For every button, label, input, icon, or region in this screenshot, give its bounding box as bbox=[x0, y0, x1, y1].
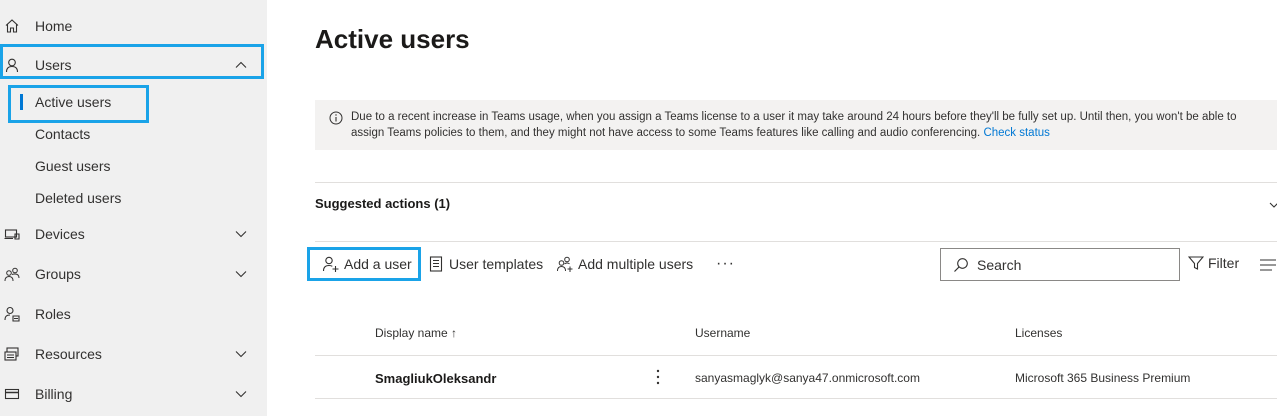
nav-label-roles: Roles bbox=[35, 306, 71, 322]
cell-licenses: Microsoft 365 Business Premium bbox=[1015, 371, 1191, 385]
search-box bbox=[940, 248, 1180, 281]
nav-item-groups[interactable]: Groups bbox=[0, 257, 267, 291]
filter-icon bbox=[1187, 255, 1205, 271]
cell-username: sanyasmaglyk@sanya47.onmicrosoft.com bbox=[695, 371, 920, 385]
resources-icon bbox=[4, 346, 20, 362]
row-more-icon[interactable] bbox=[652, 367, 664, 387]
role-icon bbox=[4, 306, 20, 322]
chevron-down-icon[interactable] bbox=[234, 227, 248, 241]
nav-item-devices[interactable]: Devices bbox=[0, 217, 267, 251]
table-row-divider bbox=[315, 398, 1277, 399]
nav-item-guest-users[interactable]: Guest users bbox=[0, 151, 267, 181]
nav-item-home[interactable]: Home bbox=[0, 9, 267, 43]
nav-label-guest-users: Guest users bbox=[35, 158, 111, 174]
nav-item-contacts[interactable]: Contacts bbox=[0, 119, 267, 149]
info-banner-text: Due to a recent increase in Teams usage,… bbox=[351, 109, 1271, 141]
user-templates-label: User templates bbox=[449, 256, 544, 272]
nav-item-resources[interactable]: Resources bbox=[0, 337, 267, 371]
chevron-down-icon[interactable] bbox=[234, 267, 248, 281]
chevron-down-icon[interactable] bbox=[1268, 198, 1277, 210]
chevron-down-icon[interactable] bbox=[234, 347, 248, 361]
nav-label-groups: Groups bbox=[35, 266, 81, 282]
add-multiple-users-button[interactable]: Add multiple users bbox=[556, 252, 693, 276]
page-title: Active users bbox=[315, 24, 470, 54]
info-banner: Due to a recent increase in Teams usage,… bbox=[315, 100, 1277, 150]
check-status-link[interactable]: Check status bbox=[983, 127, 1049, 139]
divider bbox=[315, 182, 1277, 183]
home-icon bbox=[4, 18, 20, 34]
column-header-display-name[interactable]: Display name ↑ bbox=[375, 326, 457, 340]
nav-item-roles[interactable]: Roles bbox=[0, 297, 267, 331]
cell-display-name[interactable]: SmagliukOleksandr bbox=[375, 371, 496, 386]
search-input[interactable] bbox=[977, 255, 1172, 275]
devices-icon bbox=[4, 226, 20, 242]
add-group-icon bbox=[556, 255, 574, 273]
nav-label-billing: Billing bbox=[35, 386, 73, 402]
column-header-username[interactable]: Username bbox=[695, 326, 750, 340]
template-icon bbox=[427, 255, 445, 273]
filter-button[interactable]: Filter bbox=[1187, 255, 1240, 271]
highlight-active-users bbox=[8, 85, 149, 123]
table-header-divider bbox=[315, 355, 1277, 356]
nav-label-home: Home bbox=[35, 18, 73, 34]
nav-label-devices: Devices bbox=[35, 226, 85, 242]
nav-item-deleted-users[interactable]: Deleted users bbox=[0, 183, 267, 213]
highlight-add-user bbox=[307, 247, 421, 281]
suggested-actions-header[interactable]: Suggested actions (1) bbox=[315, 196, 450, 211]
user-templates-button[interactable]: User templates bbox=[427, 252, 543, 276]
highlight-users bbox=[0, 44, 264, 79]
group-icon bbox=[4, 266, 20, 282]
info-icon bbox=[329, 111, 343, 125]
divider bbox=[315, 241, 1277, 242]
nav-label-contacts: Contacts bbox=[35, 126, 91, 142]
search-icon bbox=[953, 257, 969, 273]
add-multiple-users-label: Add multiple users bbox=[578, 256, 694, 272]
list-view-icon[interactable] bbox=[1260, 258, 1276, 271]
column-header-licenses[interactable]: Licenses bbox=[1015, 326, 1062, 340]
info-banner-message: Due to a recent increase in Teams usage,… bbox=[351, 111, 1237, 139]
more-options-button[interactable]: ··· bbox=[716, 255, 735, 273]
nav-item-billing[interactable]: Billing bbox=[0, 377, 267, 411]
nav-label-resources: Resources bbox=[35, 346, 102, 362]
filter-label: Filter bbox=[1208, 255, 1240, 271]
nav-label-deleted-users: Deleted users bbox=[35, 190, 122, 206]
chevron-down-icon[interactable] bbox=[234, 387, 248, 401]
left-nav: Home Users Active users Contacts Guest u… bbox=[0, 0, 267, 416]
credit-card-icon bbox=[4, 386, 20, 402]
